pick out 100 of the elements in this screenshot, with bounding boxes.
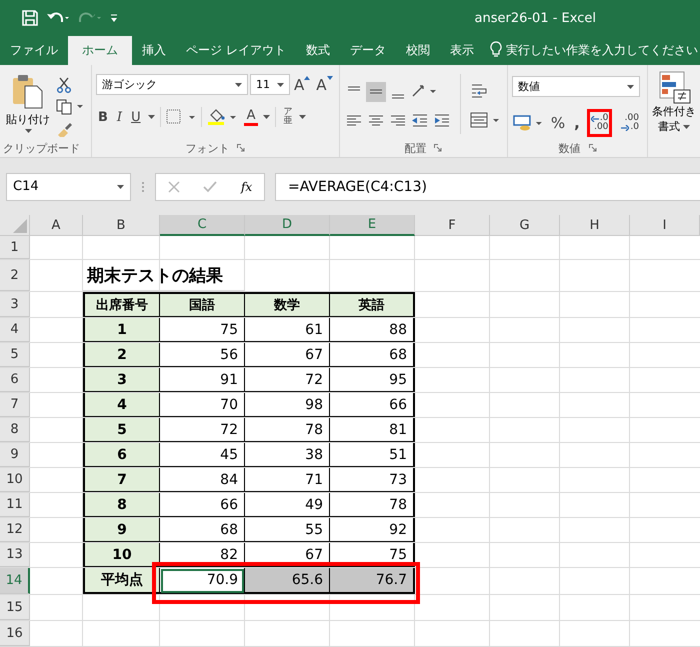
table-cell: 2 — [83, 343, 160, 367]
customize-caret-icon[interactable] — [110, 13, 118, 23]
check-icon[interactable] — [203, 180, 218, 192]
fill-color-icon[interactable] — [206, 108, 239, 126]
row-header[interactable]: 2 — [0, 260, 30, 291]
italic-button[interactable]: I — [114, 110, 124, 124]
table-cell: 82 — [160, 543, 245, 567]
column-header[interactable]: A — [30, 215, 83, 236]
formula-field[interactable]: =AVERAGE(C4:C13) — [275, 172, 700, 200]
copy-icon[interactable] — [56, 98, 84, 114]
table-cell: 61 — [245, 318, 330, 342]
row-header[interactable]: 6 — [0, 368, 30, 392]
table-cell: 78 — [330, 493, 415, 517]
column-header[interactable]: H — [560, 215, 630, 236]
row-header[interactable]: 10 — [0, 468, 30, 492]
table-cell: 66 — [160, 493, 245, 517]
row-header[interactable]: 11 — [0, 493, 30, 517]
column-header[interactable]: B — [83, 215, 160, 236]
table-header-cell: 数学 — [245, 292, 330, 317]
caret-icon[interactable] — [299, 115, 306, 119]
save-icon[interactable] — [22, 10, 38, 26]
row-header[interactable]: 8 — [0, 418, 30, 442]
column-header[interactable]: D — [245, 215, 330, 236]
underline-button[interactable]: U — [129, 110, 143, 124]
table-cell: 81 — [330, 418, 415, 442]
row-header[interactable]: 13 — [0, 543, 30, 567]
lightbulb-icon — [490, 41, 502, 57]
row-header[interactable]: 3 — [0, 292, 30, 317]
row-header[interactable]: 7 — [0, 393, 30, 417]
table-cell: 平均点 — [83, 568, 160, 594]
table-cell: 91 — [160, 368, 245, 392]
ribbon-tab[interactable]: ファイル — [0, 36, 68, 65]
table-cell: 4 — [83, 393, 160, 417]
column-header[interactable]: I — [630, 215, 700, 236]
bold-button[interactable]: B — [96, 110, 110, 124]
align-middle-icon[interactable] — [366, 82, 386, 102]
font-color-button[interactable]: A — [244, 108, 258, 126]
decrease-decimal-button[interactable]: .0 .00 — [586, 109, 612, 137]
dialog-launcher-icon[interactable] — [588, 144, 596, 152]
conditional-formatting-button[interactable]: 条件付き 書式 — [652, 68, 696, 136]
grow-font-button[interactable]: A — [292, 76, 312, 94]
row-header[interactable]: 14 — [0, 568, 30, 594]
group-label: 数値 — [558, 140, 580, 156]
table-cell: 76.7 — [330, 568, 415, 594]
column-header[interactable]: E — [330, 215, 415, 236]
table-cell: 98 — [245, 393, 330, 417]
font-size-dropdown[interactable]: 11 — [250, 74, 290, 95]
ribbon-tab[interactable]: データ — [340, 36, 396, 65]
table-cell: 73 — [330, 468, 415, 492]
phonetic-button[interactable]: ア 亜 — [281, 108, 294, 126]
row-header[interactable]: 15 — [0, 595, 30, 620]
ribbon-tab[interactable]: ページ レイアウト — [176, 36, 296, 65]
table-cell: 7 — [83, 468, 160, 492]
caret-icon[interactable] — [263, 115, 270, 119]
row-header[interactable]: 4 — [0, 318, 30, 342]
insert-function-button[interactable]: fx — [240, 180, 252, 194]
table-cell: 67 — [245, 543, 330, 567]
column-header[interactable]: G — [490, 215, 560, 236]
table-cell: 72 — [245, 368, 330, 392]
shrink-font-button[interactable]: A — [314, 76, 335, 94]
table-cell: 70.9 — [160, 568, 245, 594]
row-header[interactable]: 12 — [0, 518, 30, 542]
row-header[interactable]: 9 — [0, 443, 30, 467]
ribbon-tab[interactable]: 挿入 — [132, 36, 176, 65]
ribbon-tab[interactable]: 数式 — [296, 36, 340, 65]
table-cell: 65.6 — [245, 568, 330, 594]
name-box[interactable]: C14 — [6, 172, 131, 200]
paste-button[interactable]: 貼り付け — [4, 70, 52, 137]
merge-cells-icon[interactable] — [468, 110, 501, 130]
percent-button[interactable]: % — [548, 114, 568, 132]
caret-icon — [24, 129, 32, 133]
tell-me-field[interactable]: 実行したい作業を入力してください — [506, 36, 698, 65]
left-arrow-icon — [590, 116, 599, 122]
comma-button[interactable]: , — [572, 114, 582, 132]
dialog-launcher-icon[interactable] — [237, 144, 246, 152]
format-painter-icon[interactable] — [56, 120, 72, 136]
row-header[interactable]: 16 — [0, 621, 30, 646]
borders-icon[interactable] — [166, 109, 196, 125]
down-arrow-icon — [326, 76, 333, 80]
ribbon-tab[interactable]: ホーム — [68, 36, 132, 65]
group-label: フォント — [185, 140, 230, 156]
ribbon-tab[interactable]: 表示 — [440, 36, 484, 65]
column-header[interactable]: F — [415, 215, 490, 236]
row-header[interactable]: 5 — [0, 343, 30, 367]
window-title: anser26-01 - Excel — [474, 10, 596, 26]
table-cell: 68 — [330, 343, 415, 367]
table-cell: 78 — [245, 418, 330, 442]
number-format-dropdown[interactable]: 数値 — [512, 76, 640, 97]
row-header[interactable]: 1 — [0, 236, 30, 259]
dialog-launcher-icon[interactable] — [434, 144, 442, 152]
increase-decimal-button[interactable]: .00 .0 — [617, 109, 643, 137]
table-cell: 49 — [245, 493, 330, 517]
caret-icon[interactable] — [148, 115, 155, 119]
column-header[interactable]: C — [160, 215, 245, 236]
font-name-dropdown[interactable]: 游ゴシック — [96, 74, 248, 95]
ribbon-tab[interactable]: 校閲 — [396, 36, 440, 65]
table-cell: 45 — [160, 443, 245, 467]
table-cell: 51 — [330, 443, 415, 467]
table-cell: 66 — [330, 393, 415, 417]
scissors-icon[interactable] — [56, 76, 72, 92]
